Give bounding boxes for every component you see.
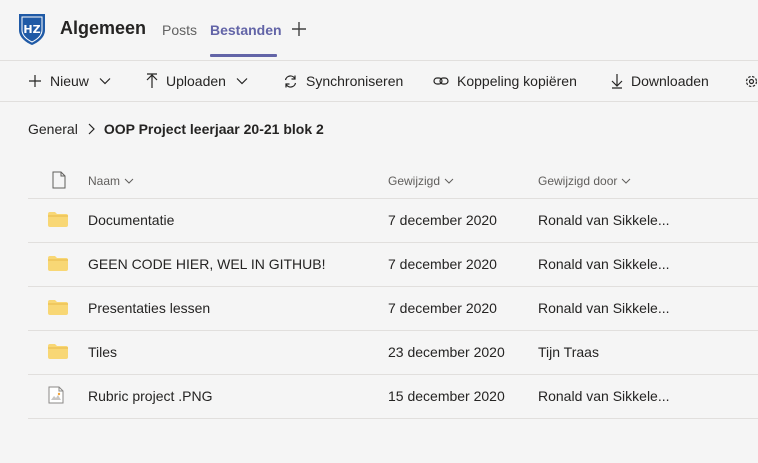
- folder-icon: [48, 212, 68, 230]
- new-button-label: Nieuw: [50, 73, 89, 89]
- chevron-down-icon: [124, 178, 134, 184]
- copy-link-button[interactable]: Koppeling kopiëren: [433, 61, 577, 101]
- tab-posts[interactable]: Posts: [162, 22, 197, 38]
- file-list-header: Naam Gewijzigd Gewijzigd door: [28, 162, 758, 199]
- folder-icon: [48, 300, 68, 318]
- image-file-icon: [48, 386, 64, 407]
- breadcrumb: General OOP Project leerjaar 20-21 blok …: [28, 120, 324, 138]
- download-button-label: Downloaden: [631, 73, 709, 89]
- chevron-down-icon: [99, 78, 111, 85]
- file-name[interactable]: Rubric project .PNG: [88, 388, 212, 404]
- modified-date: 7 december 2020: [388, 300, 497, 316]
- upload-button-label: Uploaden: [166, 73, 226, 89]
- link-icon: [433, 77, 449, 85]
- file-list: Naam Gewijzigd Gewijzigd door Documentat…: [28, 162, 758, 419]
- modified-by: Ronald van Sikkele...: [538, 212, 670, 228]
- download-button[interactable]: Downloaden: [611, 61, 709, 101]
- modified-date: 7 december 2020: [388, 212, 497, 228]
- tab-files[interactable]: Bestanden: [210, 22, 282, 38]
- folder-icon: [48, 256, 68, 274]
- chevron-down-icon: [236, 78, 248, 85]
- modified-by: Tijn Traas: [538, 344, 599, 360]
- modified-by: Ronald van Sikkele...: [538, 256, 670, 272]
- more-actions-button[interactable]: [744, 61, 758, 101]
- modified-by: Ronald van Sikkele...: [538, 388, 670, 404]
- column-header-name-label: Naam: [88, 174, 121, 188]
- channel-title: Algemeen: [60, 18, 147, 38]
- sync-button-label: Synchroniseren: [306, 73, 404, 89]
- chevron-down-icon: [444, 178, 454, 184]
- breadcrumb-current: OOP Project leerjaar 20-21 blok 2: [103, 121, 324, 137]
- modified-by: Ronald van Sikkele...: [538, 300, 670, 316]
- column-header-name[interactable]: Naam: [88, 174, 134, 188]
- modified-date: 23 december 2020: [388, 344, 505, 360]
- file-name[interactable]: GEEN CODE HIER, WEL IN GITHUB!: [88, 256, 326, 272]
- sync-button[interactable]: Synchroniseren: [283, 61, 403, 101]
- file-type-column-icon[interactable]: [48, 171, 66, 189]
- table-row[interactable]: GEEN CODE HIER, WEL IN GITHUB! 7 decembe…: [28, 243, 758, 287]
- active-tab-indicator: [210, 54, 277, 57]
- chevron-down-icon: [622, 178, 631, 184]
- gear-icon: [745, 75, 758, 87]
- table-row[interactable]: Tiles 23 december 2020 Tijn Traas: [28, 331, 758, 375]
- table-row[interactable]: Rubric project .PNG 15 december 2020 Ron…: [28, 375, 758, 419]
- column-header-modified[interactable]: Gewijzigd: [388, 174, 454, 188]
- upload-button[interactable]: Uploaden: [146, 61, 248, 101]
- team-logo-icon[interactable]: HZ: [17, 12, 47, 46]
- copy-link-button-label: Koppeling kopiëren: [457, 73, 577, 89]
- plus-icon: [29, 75, 41, 87]
- file-name[interactable]: Tiles: [88, 344, 117, 360]
- file-name[interactable]: Documentatie: [88, 212, 174, 228]
- svg-text:HZ: HZ: [23, 23, 40, 36]
- new-button[interactable]: Nieuw: [28, 61, 111, 101]
- modified-date: 7 december 2020: [388, 256, 497, 272]
- column-header-modified-by-label: Gewijzigd door: [538, 174, 618, 188]
- breadcrumb-root-link[interactable]: General: [28, 121, 78, 137]
- add-tab-plus-icon[interactable]: [290, 20, 308, 38]
- modified-date: 15 december 2020: [388, 388, 505, 404]
- column-header-modified-by[interactable]: Gewijzigd door: [538, 174, 631, 188]
- download-arrow-icon: [611, 74, 623, 89]
- table-row[interactable]: Documentatie 7 december 2020 Ronald van …: [28, 199, 758, 243]
- folder-icon: [48, 344, 68, 362]
- sync-icon: [284, 74, 297, 88]
- file-name[interactable]: Presentaties lessen: [88, 300, 210, 316]
- chevron-right-icon: [88, 123, 95, 135]
- command-bar: Nieuw Uploaden Synchroniseren Koppeling …: [0, 60, 758, 102]
- upload-arrow-icon: [146, 73, 158, 88]
- table-row[interactable]: Presentaties lessen 7 december 2020 Rona…: [28, 287, 758, 331]
- channel-header: HZ Algemeen Posts Bestanden: [0, 0, 758, 58]
- column-header-modified-label: Gewijzigd: [388, 174, 441, 188]
